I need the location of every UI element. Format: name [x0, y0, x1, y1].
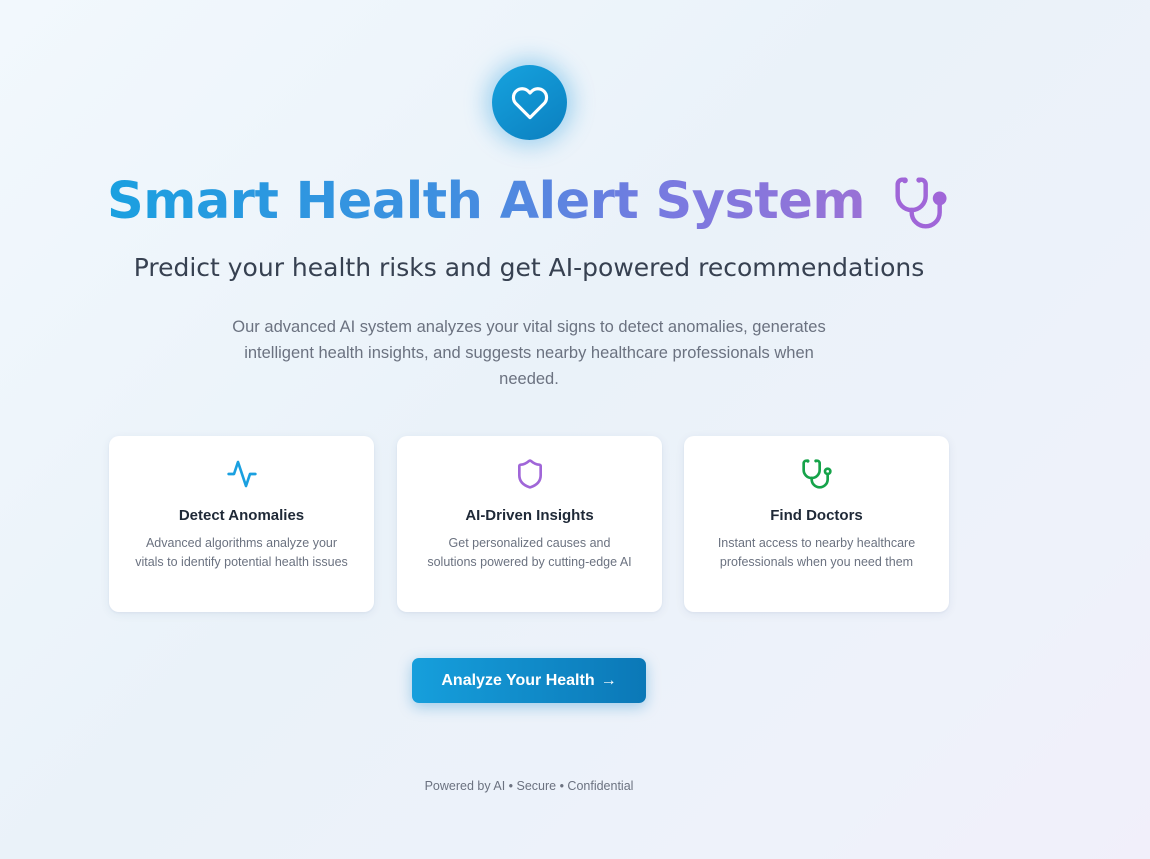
- page-title: Smart Health Alert System: [107, 162, 865, 242]
- title-row: Smart Health Alert System: [0, 162, 1058, 242]
- shield-icon: [518, 459, 542, 489]
- feature-card-detect-anomalies: Detect Anomalies Advanced algorithms ana…: [109, 436, 374, 612]
- analyze-health-button-label: Analyze Your Health: [441, 671, 595, 689]
- heart-icon-badge: [492, 65, 567, 140]
- feature-card-text: Instant access to nearby healthcare prof…: [717, 536, 916, 569]
- feature-card-find-doctors: Find Doctors Instant access to nearby he…: [684, 436, 949, 612]
- feature-card-title: Find Doctors: [770, 507, 863, 524]
- heart-icon: [511, 86, 548, 119]
- page-subtitle: Predict your health risks and get AI-pow…: [133, 253, 925, 282]
- feature-card-title: AI-Driven Insights: [465, 507, 594, 524]
- landing-page: Smart Health Alert System Predict your h…: [0, 0, 1058, 859]
- stethoscope-icon: [895, 177, 947, 229]
- feature-card-title: Detect Anomalies: [178, 507, 305, 524]
- analyze-health-button[interactable]: Analyze Your Health →: [412, 658, 646, 703]
- footer-text: Powered by AI • Secure • Confidential: [424, 779, 634, 793]
- feature-card-text: Get personalized causes and solutions po…: [427, 536, 632, 569]
- page-description: Our advanced AI system analyzes your vit…: [232, 318, 826, 388]
- feature-card-text: Advanced algorithms analyze your vitals …: [135, 536, 348, 569]
- stethoscope-icon: [802, 459, 832, 489]
- activity-icon: [227, 460, 257, 488]
- feature-card-ai-insights: AI-Driven Insights Get personalized caus…: [397, 436, 662, 612]
- arrow-right-icon: →: [600, 671, 617, 689]
